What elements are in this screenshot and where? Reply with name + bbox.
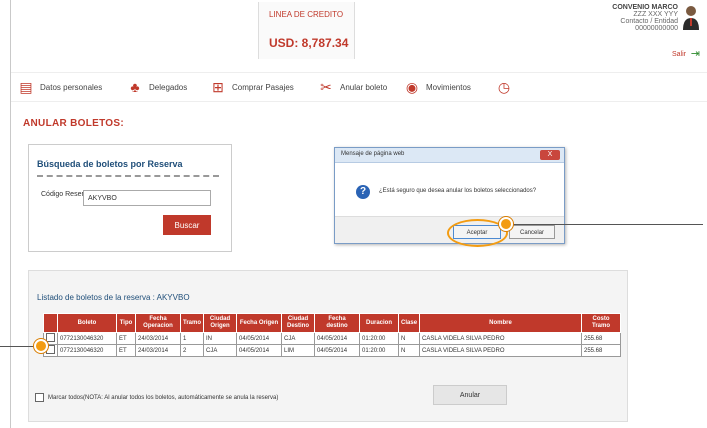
cancel-button[interactable]: Cancelar (509, 225, 555, 239)
cart-icon: ⊞ (212, 78, 224, 95)
table-cell: N (398, 344, 421, 357)
column-header: Tramo (179, 313, 205, 333)
table-cell: 255.68 (581, 344, 621, 357)
table-cell: 0772130046320 (57, 332, 117, 345)
callout-line (507, 224, 703, 225)
nav-label: Delegados (149, 82, 188, 92)
logout-link[interactable]: Salir (672, 51, 686, 58)
id-card-icon: ▤ (19, 78, 33, 95)
scissors-icon: ✂ (320, 78, 332, 95)
logout-icon[interactable]: ⇥ (691, 47, 700, 60)
table-row: 0772130046320 ET 24/03/2014 2 CJA 04/05/… (43, 344, 621, 357)
table-cell: 04/05/2014 (236, 332, 283, 345)
nav-label: Comprar Pasajes (232, 82, 294, 92)
user-entity: Contacto / Entidad (620, 18, 678, 25)
table-cell: LIM (281, 344, 316, 357)
user-id: 00000000000 (635, 25, 678, 32)
clock-icon: ◷ (497, 78, 511, 95)
dialog-title: Mensaje de página web (341, 151, 405, 157)
nav-comprar-pasajes[interactable]: ⊞ Comprar Pasajes (209, 79, 294, 95)
table-row: 0772130046320 ET 24/03/2014 1 IN 04/05/2… (43, 332, 621, 345)
column-header: Ciudad Destino (281, 313, 316, 333)
callout-marker (499, 217, 513, 231)
table-cell: 0772130046320 (57, 344, 117, 357)
mark-all-checkbox[interactable] (35, 393, 44, 402)
column-header: Ciudad Origen (203, 313, 238, 333)
search-title: Búsqueda de boletos por Reserva (37, 159, 183, 169)
nav-label: Anular boleto (340, 82, 388, 92)
globe-icon: ◉ (405, 78, 419, 95)
column-header: Boleto (57, 313, 117, 333)
table-cell: CASLA VIDELA SILVA PEDRO (419, 332, 582, 345)
user-panel: CONVENIO MARCO ZZZ XXX YYY Contacto / En… (604, 4, 700, 60)
column-header: Duracion (359, 313, 400, 333)
credit-label: LINEA DE CREDITO (269, 10, 344, 19)
tickets-table: Boleto Tipo Fecha Operacion Tramo Ciudad… (43, 313, 621, 357)
column-header: Tipo (116, 313, 136, 333)
user-code: ZZZ XXX YYY (633, 11, 678, 18)
table-cell: N (398, 332, 421, 345)
callout-marker (34, 339, 48, 353)
table-cell: 24/03/2014 (135, 344, 181, 357)
user-name: CONVENIO MARCO (612, 4, 678, 11)
table-cell: 04/05/2014 (314, 332, 361, 345)
credit-panel: LINEA DE CREDITO USD: 8,787.34 (258, 2, 355, 59)
column-header: Fecha Operacion (135, 313, 181, 333)
nav-datos-personales[interactable]: ▤ Datos personales (17, 79, 102, 95)
nav-label: Movimientos (426, 82, 471, 92)
column-header: Fecha Origen (236, 313, 283, 333)
table-cell: 01:20:00 (359, 332, 400, 345)
search-panel: Búsqueda de boletos por Reserva Código R… (28, 144, 232, 252)
main-nav: ▤ Datos personales ♣ Delegados ⊞ Comprar… (11, 72, 707, 102)
results-title: Listado de boletos de la reserva : AKYVB… (37, 293, 190, 302)
mark-all-option[interactable]: Marcar todos(NOTA: Al anular todos los b… (35, 393, 278, 402)
reserva-input[interactable] (83, 190, 211, 206)
nav-history[interactable]: ◷ (495, 79, 518, 95)
table-cell: ET (116, 344, 136, 357)
results-panel: Listado de boletos de la reserva : AKYVB… (28, 270, 628, 422)
table-cell: CASLA VIDELA SILVA PEDRO (419, 344, 582, 357)
question-icon: ? (356, 185, 370, 199)
table-header-row: Boleto Tipo Fecha Operacion Tramo Ciudad… (43, 313, 621, 333)
nav-anular-boleto[interactable]: ✂ Anular boleto (317, 79, 387, 95)
anular-button[interactable]: Anular (433, 385, 507, 405)
column-header: Clase (398, 313, 421, 333)
table-cell: ET (116, 332, 136, 345)
nav-delegados[interactable]: ♣ Delegados (126, 79, 187, 95)
nav-movimientos[interactable]: ◉ Movimientos (403, 79, 471, 95)
close-icon[interactable]: X (540, 150, 560, 160)
nav-label: Datos personales (40, 82, 103, 92)
table-cell: CJA (281, 332, 316, 345)
table-cell: 1 (179, 332, 205, 345)
table-cell: IN (203, 332, 238, 345)
dialog-titlebar: Mensaje de página web (335, 148, 564, 163)
column-header: Costo Tramo (581, 313, 621, 333)
table-cell: 04/05/2014 (236, 344, 283, 357)
column-header: Nombre (419, 313, 582, 333)
divider (37, 175, 219, 177)
table-cell: 01:20:00 (359, 344, 400, 357)
column-header: Fecha destino (314, 313, 361, 333)
table-cell: CJA (203, 344, 238, 357)
column-header (43, 313, 58, 333)
table-cell: 255.68 (581, 332, 621, 345)
table-cell: 24/03/2014 (135, 332, 181, 345)
mark-all-label: Marcar todos(NOTA: Al anular todos los b… (48, 394, 279, 401)
page-title: ANULAR BOLETOS: (23, 118, 124, 129)
table-cell: 04/05/2014 (314, 344, 361, 357)
app-frame: LINEA DE CREDITO USD: 8,787.34 CONVENIO … (10, 0, 707, 428)
users-icon: ♣ (130, 79, 140, 95)
credit-amount: USD: 8,787.34 (269, 36, 349, 50)
dialog-message: ¿Está seguro que desea anular los boleto… (379, 188, 537, 194)
buscar-button[interactable]: Buscar (163, 215, 211, 235)
table-cell: 2 (179, 344, 205, 357)
callout-line (0, 346, 38, 347)
row-checkbox[interactable] (46, 333, 55, 342)
avatar (683, 6, 699, 30)
